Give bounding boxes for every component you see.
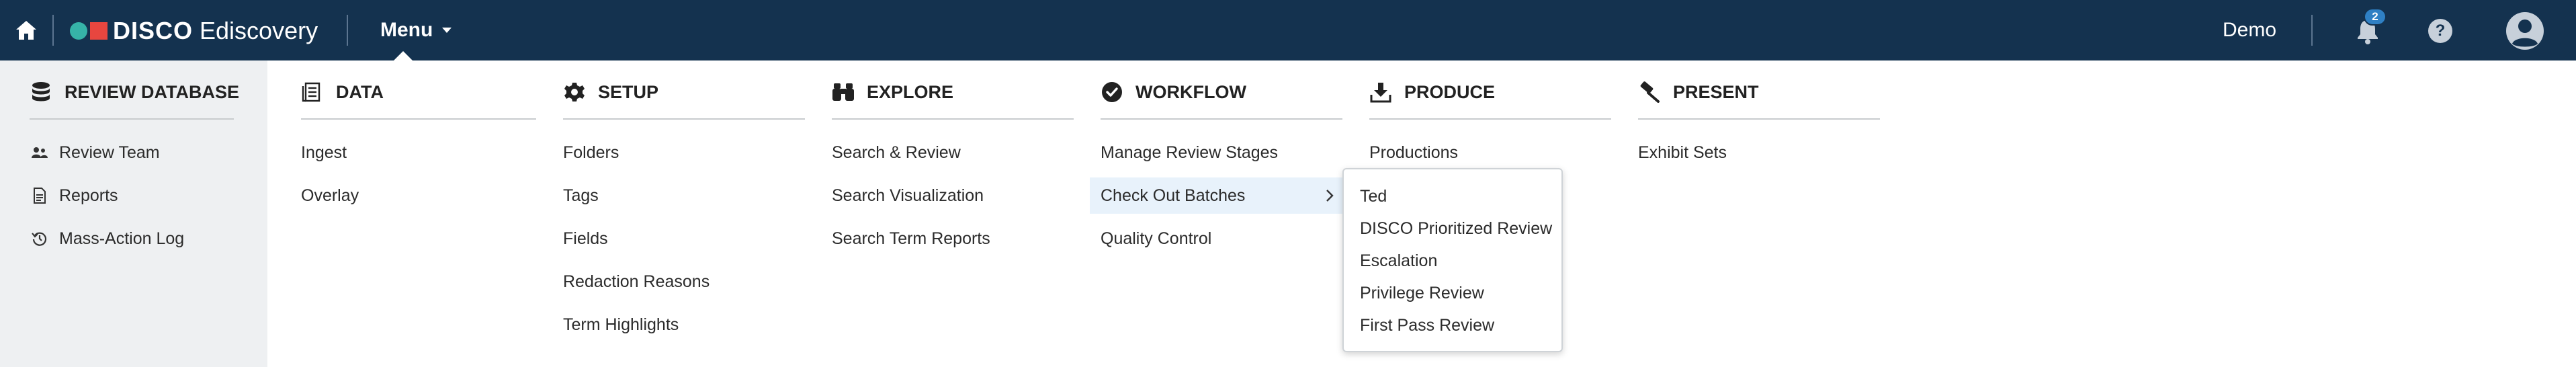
gavel-icon (1638, 81, 1661, 104)
section-underline (1101, 118, 1342, 120)
produce-heading: PRODUCE (1369, 75, 1495, 109)
menu-item-fields[interactable]: Fields (563, 225, 608, 252)
document-icon (31, 187, 48, 204)
submenu-item-escalation[interactable]: Escalation (1360, 247, 1437, 274)
review-database-heading: REVIEW DATABASE (30, 75, 239, 109)
divider (347, 15, 348, 46)
divider (52, 15, 54, 46)
review-database-title: REVIEW DATABASE (65, 81, 240, 102)
submenu-item-privilege-review[interactable]: Privilege Review (1360, 280, 1484, 307)
chevron-right-icon (1326, 190, 1334, 202)
logo-product: Ediscovery (200, 17, 318, 44)
chevron-down-icon (442, 28, 452, 33)
menu-item-folders[interactable]: Folders (563, 139, 619, 166)
top-navigation-bar: DISCO Ediscovery Menu Demo 2 ? (0, 0, 2576, 60)
submenu-item-ted[interactable]: Ted (1360, 183, 1387, 210)
section-title: PRODUCE (1404, 81, 1496, 102)
menu-item-exhibit-sets[interactable]: Exhibit Sets (1638, 139, 1727, 166)
setup-heading: SETUP (563, 75, 658, 109)
explore-heading: EXPLORE (832, 75, 953, 109)
notification-badge: 2 (2364, 8, 2387, 26)
section-underline (301, 118, 536, 120)
menu-item-search-review[interactable]: Search & Review (832, 139, 961, 166)
nav-item-label: Reports (59, 186, 118, 205)
section-underline (832, 118, 1074, 120)
gear-icon (563, 81, 586, 104)
download-tray-icon (1369, 81, 1392, 104)
user-name[interactable]: Demo (2223, 0, 2276, 60)
section-underline (1369, 118, 1611, 120)
menu-item-check-out-batches[interactable]: Check Out Batches (1101, 182, 1245, 209)
data-heading: DATA (301, 75, 384, 109)
check-out-batches-submenu: Ted DISCO Prioritized Review Escalation … (1342, 168, 1563, 352)
nav-item-review-team[interactable]: Review Team (31, 139, 160, 166)
divider (2311, 15, 2313, 46)
menu-item-redaction-reasons[interactable]: Redaction Reasons (563, 268, 710, 295)
home-button[interactable] (0, 0, 52, 60)
logo-brand: DISCO (113, 17, 194, 44)
menu-item-overlay[interactable]: Overlay (301, 182, 359, 209)
workflow-heading: WORKFLOW (1101, 75, 1246, 109)
history-icon (31, 230, 48, 247)
section-title: WORKFLOW (1135, 81, 1246, 102)
users-icon (31, 144, 48, 161)
menu-item-manage-review-stages[interactable]: Manage Review Stages (1101, 139, 1278, 166)
submenu-item-disco-prioritized-review[interactable]: DISCO Prioritized Review (1360, 215, 1552, 242)
nav-item-label: Mass-Action Log (59, 229, 185, 248)
menu-item-search-term-reports[interactable]: Search Term Reports (832, 225, 990, 252)
nav-item-reports[interactable]: Reports (31, 182, 118, 209)
menu-item-ingest[interactable]: Ingest (301, 139, 347, 166)
data-icon (301, 81, 324, 104)
database-icon (30, 81, 52, 104)
menu-button[interactable]: Menu (380, 0, 452, 60)
section-title: SETUP (598, 81, 659, 102)
section-title: EXPLORE (867, 81, 954, 102)
section-title: DATA (336, 81, 384, 102)
disco-logo[interactable]: DISCO Ediscovery (70, 16, 318, 46)
section-underline (563, 118, 805, 120)
menu-item-search-visualization[interactable]: Search Visualization (832, 182, 984, 209)
menu-item-quality-control[interactable]: Quality Control (1101, 225, 1211, 252)
menu-item-term-highlights[interactable]: Term Highlights (563, 311, 679, 338)
nav-item-mass-action-log[interactable]: Mass-Action Log (31, 225, 184, 252)
menu-item-tags[interactable]: Tags (563, 182, 599, 209)
nav-item-label: Review Team (59, 142, 160, 162)
menu-pointer (394, 51, 413, 60)
section-underline (30, 118, 234, 120)
logo-square (90, 22, 108, 40)
submenu-item-first-pass-review[interactable]: First Pass Review (1360, 312, 1494, 339)
present-heading: PRESENT (1638, 75, 1759, 109)
check-circle-icon (1101, 81, 1123, 104)
section-underline (1638, 118, 1880, 120)
section-title: PRESENT (1673, 81, 1759, 102)
avatar[interactable] (2505, 11, 2545, 51)
help-icon[interactable]: ? (2428, 19, 2452, 43)
menu-label: Menu (380, 19, 433, 41)
home-icon (16, 21, 36, 40)
menu-item-productions[interactable]: Productions (1369, 139, 1458, 166)
logo-dot (70, 22, 87, 40)
binoculars-icon (832, 81, 855, 104)
